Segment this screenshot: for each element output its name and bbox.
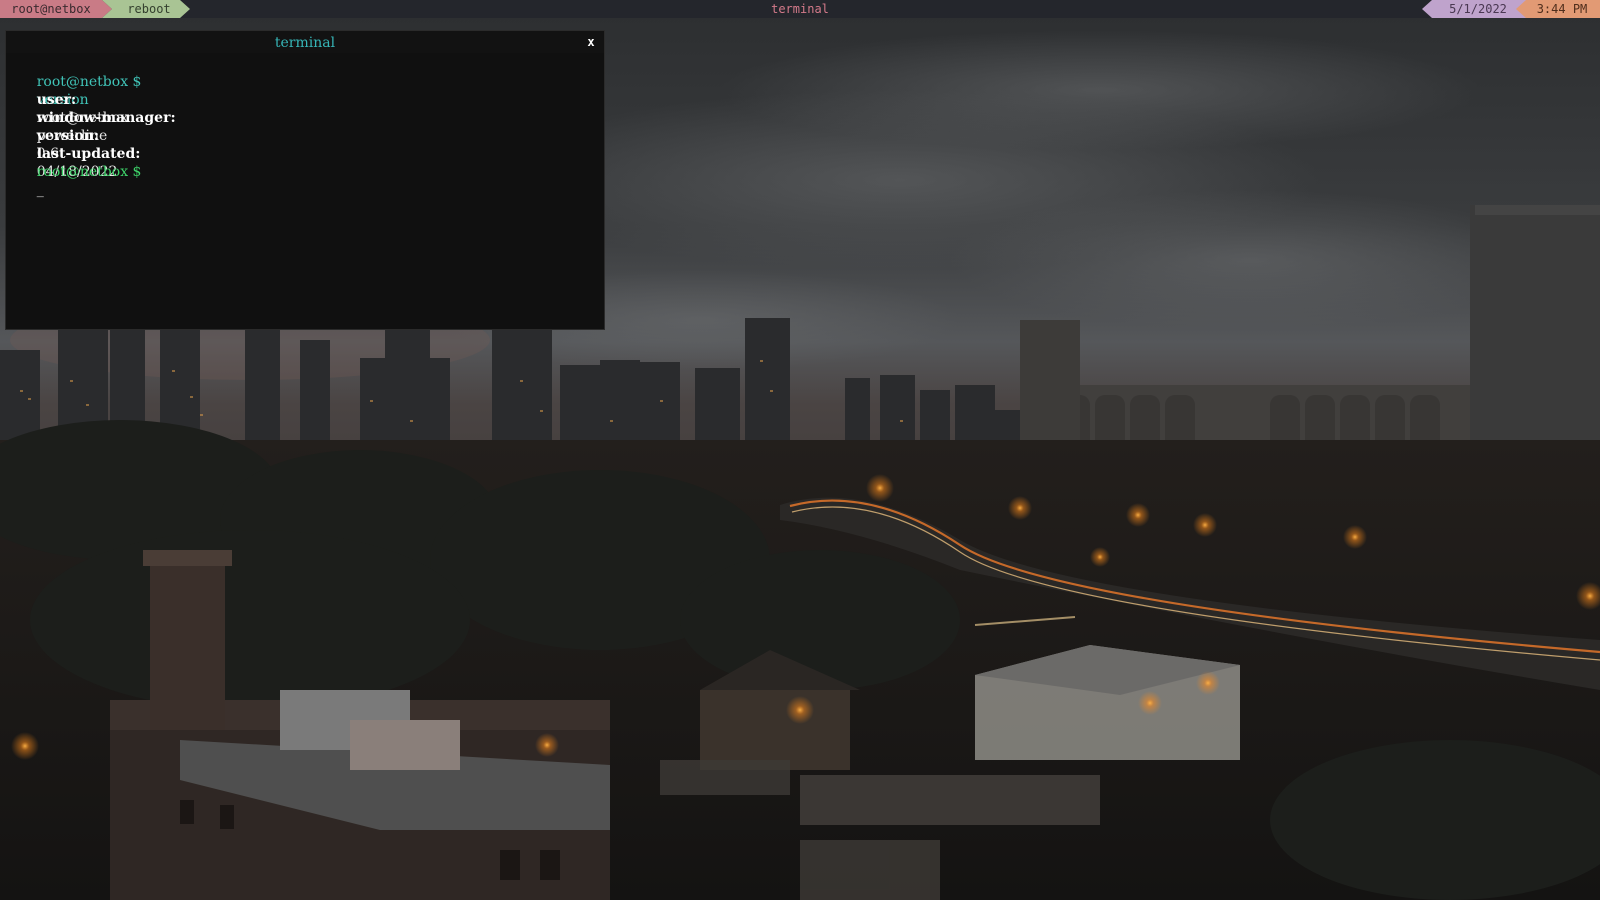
text-cursor[interactable]: _ bbox=[37, 182, 44, 198]
date-display: 5/1/2022 bbox=[1422, 0, 1526, 18]
top-bar: root@netbox reboot terminal 5/1/2022 3:4… bbox=[0, 0, 1600, 18]
shell-prompt: root@netbox $ bbox=[36, 74, 142, 90]
terminal-output[interactable]: root@netbox $ version user: root@netbox … bbox=[6, 53, 604, 198]
info-key: last-updated: bbox=[36, 146, 141, 162]
clock-display: 3:44 PM bbox=[1516, 0, 1600, 18]
info-key: window-manager: bbox=[36, 110, 176, 126]
terminal-window[interactable]: terminal x root@netbox $ version user: r… bbox=[5, 30, 605, 330]
reboot-button[interactable]: reboot bbox=[102, 0, 190, 18]
active-window-title: terminal bbox=[771, 2, 829, 16]
terminal-title: terminal bbox=[274, 35, 336, 51]
shell-prompt: root@netbox $ bbox=[36, 164, 142, 180]
info-key: user: bbox=[36, 92, 77, 108]
command-line: root@netbox $ version bbox=[10, 55, 600, 108]
info-key: version: bbox=[36, 128, 100, 144]
terminal-titlebar[interactable]: terminal x bbox=[6, 31, 604, 53]
user-segment[interactable]: root@netbox bbox=[0, 0, 112, 18]
close-button[interactable]: x bbox=[584, 34, 598, 50]
info-line-window-manager: window-manager: powerline bbox=[10, 91, 600, 144]
